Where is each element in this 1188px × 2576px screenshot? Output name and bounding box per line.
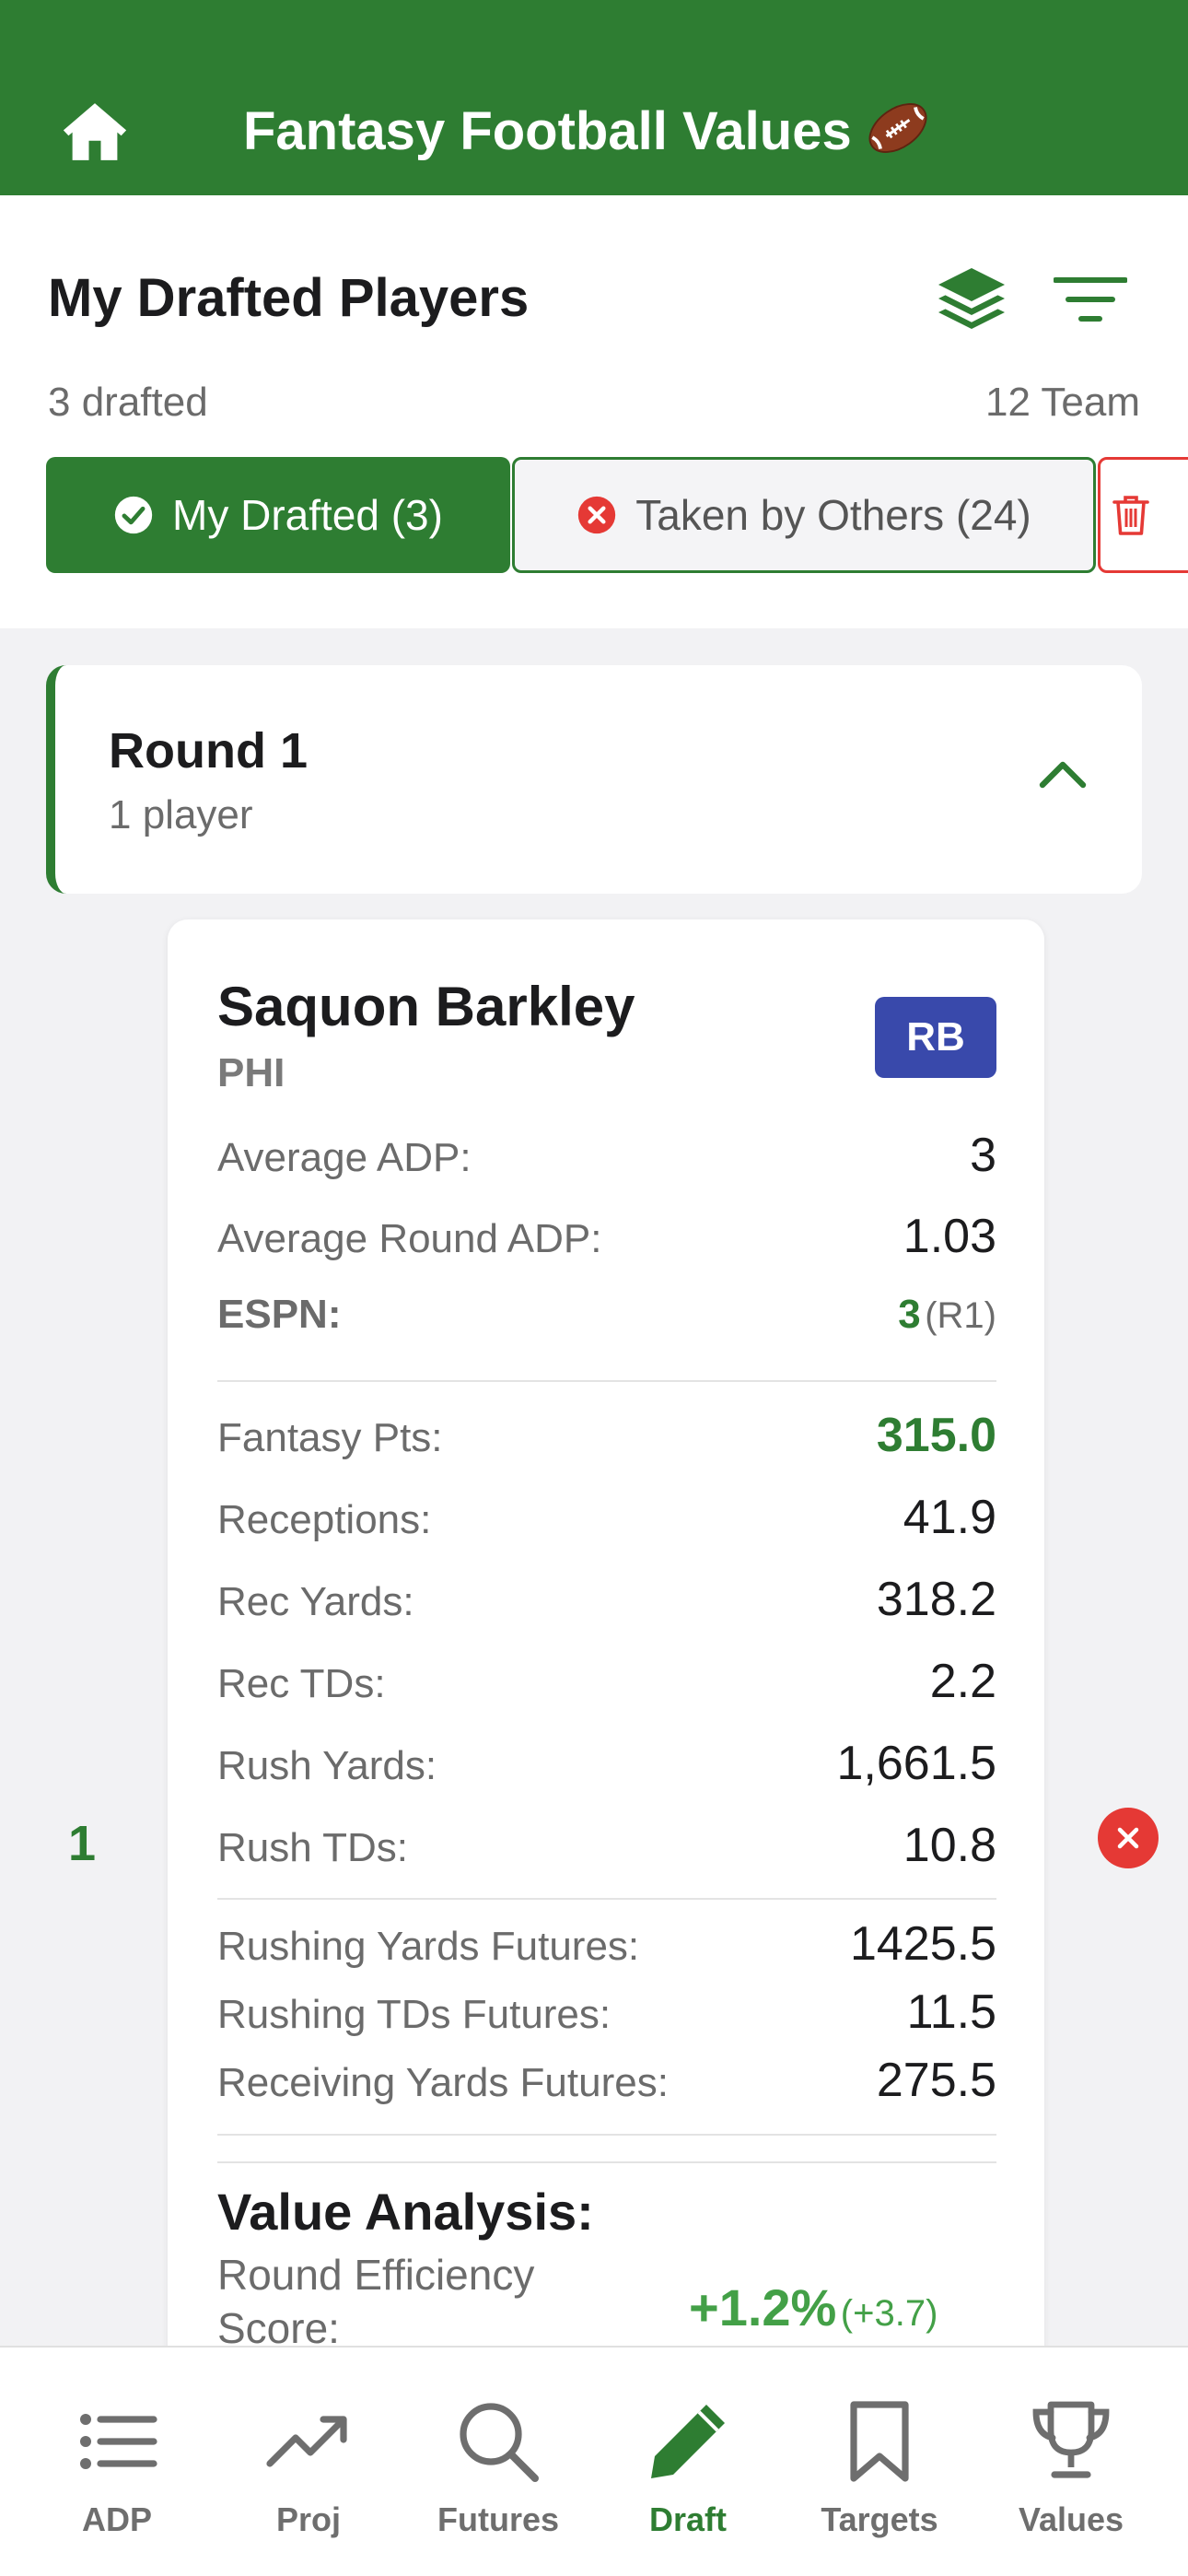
- stat-value: 275.5: [876, 2054, 996, 2107]
- tab-taken-by-others[interactable]: Taken by Others (24): [512, 457, 1096, 573]
- stat-value: 1.03: [903, 1210, 996, 1263]
- check-circle-icon: [114, 496, 153, 534]
- value-analysis-title: Value Analysis:: [217, 2183, 594, 2241]
- stat-row-fantasy-pts: Fantasy Pts: 315.0: [217, 1408, 996, 1463]
- stat-label: Average Round ADP:: [217, 1216, 602, 1261]
- stat-label: Rec TDs:: [217, 1661, 386, 1706]
- player-team: PHI: [217, 1050, 285, 1095]
- round-header[interactable]: Round 1 1 player: [46, 665, 1142, 894]
- filter-icon[interactable]: [1054, 275, 1127, 324]
- stat-label: Receptions:: [217, 1497, 432, 1542]
- stat-row-rush-yards: Rush Yards: 1,661.5: [217, 1736, 996, 1791]
- round-efficiency-label: Round Efficiency Score:: [217, 2251, 535, 2352]
- position-badge: RB: [875, 997, 996, 1078]
- stat-row-average-round-adp: Average Round ADP: 1.03: [217, 1209, 996, 1264]
- stat-value: 318.2: [876, 1573, 996, 1626]
- football-icon: [868, 103, 927, 153]
- round-efficiency-value: +1.2% (+3.7): [689, 2277, 938, 2337]
- tab-taken-by-others-label: Taken by Others (24): [635, 491, 1031, 539]
- divider: [217, 2134, 996, 2136]
- stat-row-receptions: Receptions: 41.9: [217, 1490, 996, 1545]
- pick-number: 1: [68, 1816, 97, 1871]
- stat-label: Rushing TDs Futures:: [217, 1992, 611, 2037]
- stat-row-rushing-yards-futures: Rushing Yards Futures: 1425.5: [217, 1916, 996, 1972]
- trash-icon: [1112, 496, 1149, 535]
- tab-adp[interactable]: ADP: [22, 2348, 212, 2576]
- tab-futures[interactable]: Futures: [403, 2348, 593, 2576]
- clear-draft-button[interactable]: [1098, 457, 1188, 573]
- divider: [217, 1898, 996, 1900]
- app-header: Fantasy Football Values: [0, 0, 1188, 195]
- stat-row-average-adp: Average ADP: 3: [217, 1128, 996, 1183]
- search-icon: [460, 2403, 539, 2482]
- stat-row-receiving-yards-futures: Receiving Yards Futures: 275.5: [217, 2053, 996, 2108]
- espn-rank: 3: [898, 1292, 921, 1337]
- round-title: Round 1: [109, 723, 308, 779]
- trophy-icon: [1032, 2401, 1110, 2478]
- tab-label: Draft: [648, 2500, 727, 2538]
- player-name: Saquon Barkley: [217, 976, 635, 1037]
- stat-value: 11.5: [906, 1985, 996, 2039]
- list-icon: [80, 2414, 157, 2469]
- tab-label: Proj: [275, 2500, 341, 2538]
- bottom-tab-bar: ADP Proj Futures Draft Targets Values: [0, 2346, 1188, 2576]
- tab-label: ADP: [81, 2500, 152, 2538]
- layers-icon[interactable]: [936, 265, 1007, 332]
- stat-row-espn: ESPN: 3 (R1): [217, 1292, 996, 1338]
- player-card[interactable]: Saquon Barkley PHI RB Average ADP: 3 Ave…: [168, 919, 1044, 2412]
- tab-label: Futures: [437, 2500, 559, 2538]
- stat-value: 1,661.5: [836, 1737, 997, 1790]
- tab-label: Values: [1018, 2500, 1124, 2538]
- page-title: My Drafted Players: [48, 268, 530, 328]
- tab-proj[interactable]: Proj: [214, 2348, 403, 2576]
- trend-icon: [266, 2416, 347, 2467]
- drafted-count: 3 drafted: [48, 380, 208, 425]
- tab-my-drafted[interactable]: My Drafted (3): [46, 457, 510, 573]
- stat-row-rec-yards: Rec Yards: 318.2: [217, 1572, 996, 1627]
- app-title: Fantasy Football Values: [243, 100, 933, 162]
- stat-value: 10.8: [903, 1819, 996, 1872]
- stat-value: 1425.5: [849, 1917, 996, 1971]
- remove-player-button[interactable]: [1098, 1808, 1159, 1868]
- divider: [217, 1380, 996, 1382]
- stat-label: Rushing Yards Futures:: [217, 1924, 640, 1969]
- stat-label: Average ADP:: [217, 1135, 472, 1180]
- draft-summary-section: My Drafted Players 3 drafted 12 Team My …: [0, 195, 1188, 628]
- stat-value: 3: [970, 1129, 996, 1182]
- stat-label: Rush TDs:: [217, 1825, 409, 1870]
- stat-row-rec-tds: Rec TDs: 2.2: [217, 1654, 996, 1709]
- divider: [217, 2161, 996, 2163]
- stat-label: Rush Yards:: [217, 1743, 437, 1788]
- espn-value: 3 (R1): [898, 1292, 996, 1338]
- stat-label: Receiving Yards Futures:: [217, 2060, 669, 2105]
- efficiency-percent: +1.2%: [689, 2278, 837, 2336]
- bookmark-icon: [850, 2401, 909, 2482]
- stat-label: ESPN:: [217, 1292, 342, 1337]
- stat-row-rushing-tds-futures: Rushing TDs Futures: 11.5: [217, 1985, 996, 2040]
- tab-label: Targets: [821, 2500, 938, 2538]
- league-size: 12 Team: [985, 380, 1140, 425]
- x-circle-icon: [578, 496, 616, 534]
- home-icon[interactable]: [59, 96, 131, 168]
- stat-label: Fantasy Pts:: [217, 1415, 443, 1460]
- tab-targets[interactable]: Targets: [785, 2348, 974, 2576]
- tab-draft[interactable]: Draft: [593, 2348, 783, 2576]
- close-icon: [1117, 1827, 1139, 1849]
- stat-value: 41.9: [903, 1491, 996, 1544]
- chevron-up-icon[interactable]: [1037, 757, 1089, 790]
- pencil-icon: [651, 2405, 725, 2478]
- stat-row-rush-tds: Rush TDs: 10.8: [217, 1818, 996, 1873]
- tab-my-drafted-label: My Drafted (3): [172, 491, 443, 539]
- tab-values[interactable]: Values: [976, 2348, 1166, 2576]
- efficiency-points: (+3.7): [840, 2293, 938, 2334]
- stat-value: 2.2: [929, 1655, 996, 1708]
- espn-round: (R1): [925, 1295, 996, 1336]
- stat-label: Rec Yards:: [217, 1579, 414, 1624]
- round-player-count: 1 player: [109, 792, 253, 837]
- stat-value: 315.0: [876, 1409, 996, 1462]
